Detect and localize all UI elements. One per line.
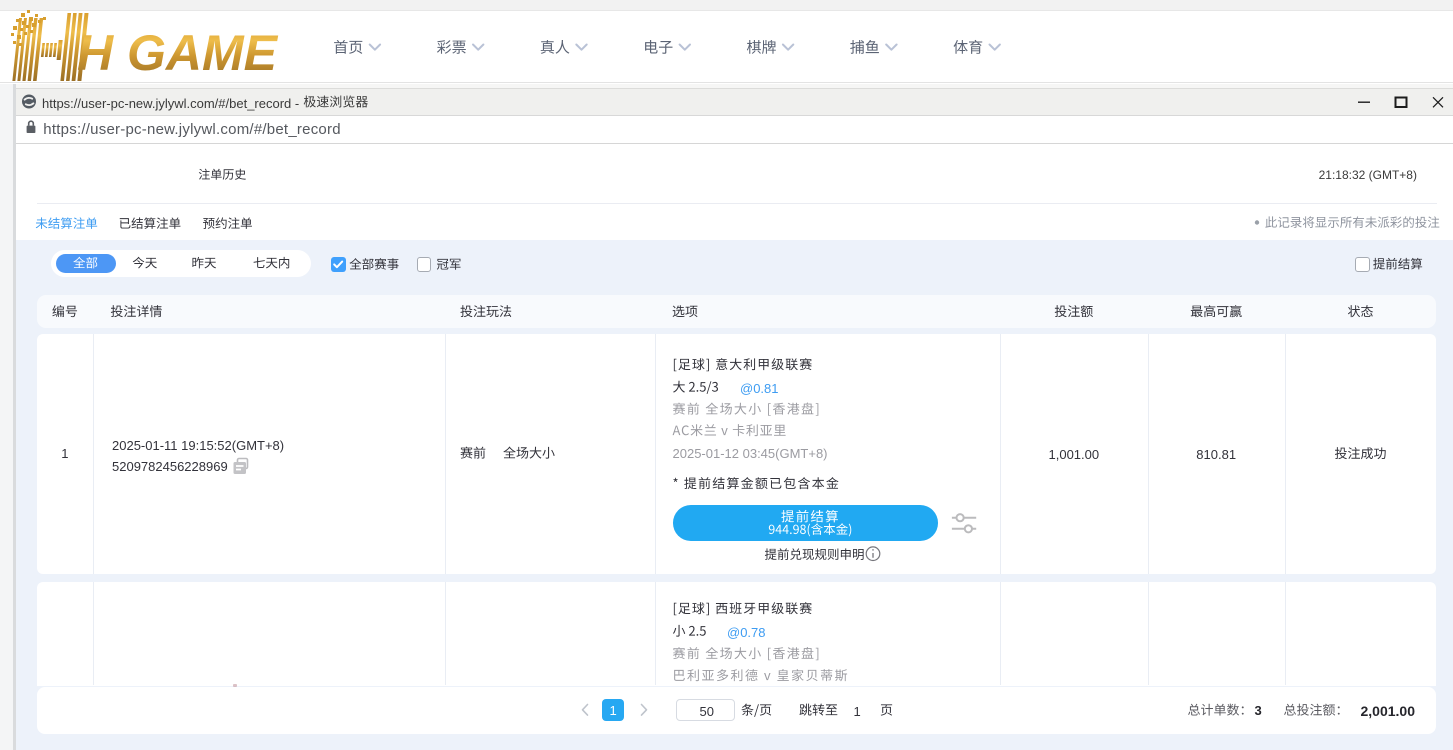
svg-text:H GAME: H GAME	[77, 25, 279, 81]
